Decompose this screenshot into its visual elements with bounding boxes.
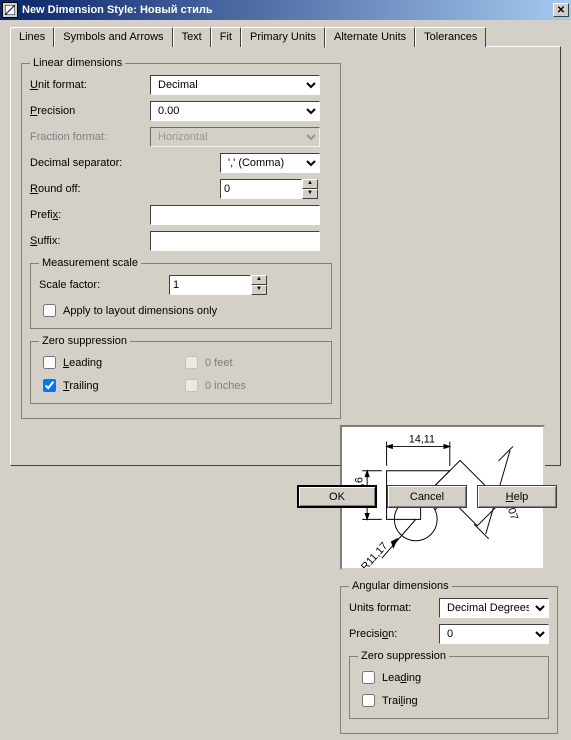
tab-alternate-units[interactable]: Alternate Units [325,27,415,47]
tab-tolerances[interactable]: Tolerances [415,27,486,47]
angular-trailing-checkbox[interactable]: Trailing [358,691,540,710]
angular-dimensions-group: Angular dimensions Units format: Decimal… [340,580,558,734]
trailing-checkbox[interactable]: Trailing [39,376,181,395]
mscale-legend: Measurement scale [39,257,141,269]
decimal-separator-label: Decimal separator: [30,157,150,169]
feet-checkbox: 0 feet [181,353,323,372]
tab-lines[interactable]: Lines [10,27,54,47]
angular-legend: Angular dimensions [349,580,452,592]
linear-legend: Linear dimensions [30,57,125,69]
tab-symbols[interactable]: Symbols and Arrows [54,27,172,47]
angular-units-label: Units format: [349,602,439,614]
title-bar: New Dimension Style: Новый стиль ✕ [0,0,571,20]
close-button[interactable]: ✕ [553,3,569,17]
precision-select[interactable]: 0.00 [150,101,320,121]
tab-strip: Lines Symbols and Arrows Text Fit Primar… [10,26,561,46]
inches-checkbox: 0 inches [181,376,323,395]
fraction-format-label: Fraction format: [30,131,150,143]
decimal-separator-select[interactable]: ',' (Comma) [220,153,320,173]
measurement-scale-group: Measurement scale Scale factor: ▲▼ Apply… [30,257,332,329]
apply-layout-checkbox[interactable]: Apply to layout dimensions only [39,301,323,320]
ok-button[interactable]: OK [297,485,377,508]
scale-factor-label: Scale factor: [39,279,169,291]
unit-format-label: Unit format: [30,79,150,91]
fraction-format-select: Horizontal [150,127,320,147]
round-off-label: Round off: [30,183,150,195]
angular-units-select[interactable]: Decimal Degrees [439,598,549,618]
window-title: New Dimension Style: Новый стиль [22,4,553,16]
tab-panel: Linear dimensions Unit format: Decimal P… [10,46,561,466]
tab-primary-units[interactable]: Primary Units [241,27,325,48]
cancel-button[interactable]: Cancel [387,485,467,508]
round-off-spinner[interactable]: ▲▼ [302,179,318,199]
round-off-input[interactable] [220,179,302,199]
angular-precision-select[interactable]: 0 [439,624,549,644]
zero-lin-legend: Zero suppression [39,335,130,347]
scale-factor-spinner[interactable]: ▲▼ [251,275,267,295]
scale-factor-input[interactable] [169,275,251,295]
preview-dim-h: 14,11 [409,434,435,446]
app-icon [2,2,18,18]
angular-precision-label: Precision: [349,628,439,640]
zero-suppression-angular-group: Zero suppression Leading Trailing [349,650,549,719]
help-button[interactable]: Help [477,485,557,508]
precision-label: Precision [30,105,150,117]
leading-checkbox[interactable]: Leading [39,353,181,372]
prefix-label: Prefix: [30,209,150,221]
angular-leading-checkbox[interactable]: Leading [358,668,540,687]
tab-text[interactable]: Text [173,27,211,47]
suffix-label: Suffix: [30,235,150,247]
linear-dimensions-group: Linear dimensions Unit format: Decimal P… [21,57,341,419]
prefix-input[interactable] [150,205,320,225]
suffix-input[interactable] [150,231,320,251]
zero-suppression-linear-group: Zero suppression Leading Trailing 0 feet… [30,335,332,404]
tab-fit[interactable]: Fit [211,27,241,47]
unit-format-select[interactable]: Decimal [150,75,320,95]
zero-ang-legend: Zero suppression [358,650,449,662]
